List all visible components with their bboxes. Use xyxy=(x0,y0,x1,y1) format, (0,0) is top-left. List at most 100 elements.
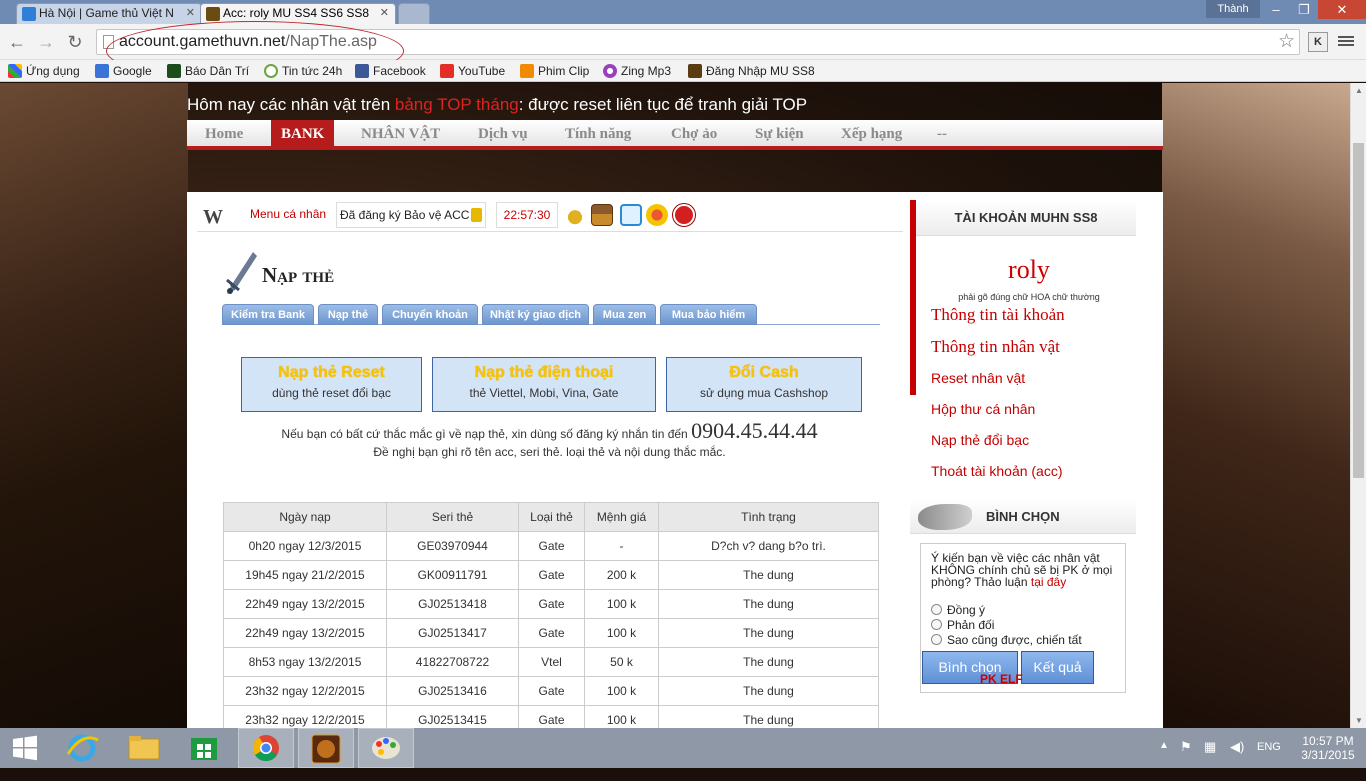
bookmark-apps[interactable]: Ứng dụng xyxy=(8,62,80,80)
facebook-icon xyxy=(355,64,369,78)
tab-title: Hà Nội | Game thủ Việt N xyxy=(39,6,174,20)
bookmark-phimclip[interactable]: Phim Clip xyxy=(520,62,589,80)
money-bag-icon[interactable] xyxy=(564,204,586,226)
bookmark-dantri[interactable]: Báo Dân Trí xyxy=(167,62,249,80)
bookmark-facebook[interactable]: Facebook xyxy=(355,62,426,80)
volume-icon[interactable]: ◀) xyxy=(1230,739,1244,779)
pk-elf-banner[interactable]: PK ELF xyxy=(980,672,1023,686)
flag-icon[interactable]: ⚑ xyxy=(1180,739,1192,779)
poll-box: Ý kiến bạn về việc các nhân vật KHÔNG ch… xyxy=(920,543,1126,693)
card-nap-the-dien-thoai[interactable]: Nạp thẻ điện thoại thẻ Viettel, Mobi, Vin… xyxy=(432,357,656,412)
minimize-icon[interactable]: ‒ xyxy=(1262,0,1290,19)
store-icon[interactable] xyxy=(176,728,232,768)
bookmark-zingmp3[interactable]: Zing Mp3 xyxy=(603,62,671,80)
nav-dichvu[interactable]: Dịch vụ xyxy=(478,120,528,150)
personal-menu-link[interactable]: Menu cá nhân xyxy=(250,207,326,221)
poll-option-whatever[interactable]: Sao cũng được, chiến tất xyxy=(931,633,1082,647)
tab-kiem-tra-bank[interactable]: Kiểm tra Bank xyxy=(222,304,314,325)
link-topup-silver[interactable]: Nạp thẻ đổi bạc xyxy=(931,432,1029,448)
account-protection-status: Đã đăng ký Bảo vệ ACC xyxy=(336,202,486,228)
w-logo[interactable]: W xyxy=(203,206,223,229)
bookmark-24h[interactable]: Tin tức 24h xyxy=(264,62,342,80)
gift-icon[interactable] xyxy=(646,204,668,226)
shopping-cart-icon[interactable] xyxy=(620,204,642,226)
paint-icon[interactable] xyxy=(358,728,414,768)
page-title: Nạp thẻ xyxy=(262,263,335,287)
maximize-icon[interactable]: ❐ xyxy=(1290,0,1318,19)
page-scrollbar[interactable]: ▲ ▼ xyxy=(1350,83,1366,728)
bookmark-google[interactable]: Google xyxy=(95,62,152,80)
table-row: 8h53 ngay 13/2/2015 41822708722 Vtel 50 k Th… xyxy=(223,647,879,677)
network-icon[interactable]: ▦ xyxy=(1204,739,1216,779)
col-type: Loại thẻ xyxy=(518,502,585,532)
table-row: 22h49 ngay 13/2/2015 GJ02513417 Gate 100 kT… xyxy=(223,618,879,648)
nav-xephang[interactable]: Xếp hạng xyxy=(841,120,902,150)
radio-icon[interactable] xyxy=(931,604,942,615)
site-favicon xyxy=(22,7,36,21)
chrome-icon[interactable] xyxy=(238,728,294,768)
extension-k-icon[interactable]: K xyxy=(1308,32,1328,52)
nav-bank[interactable]: BANK xyxy=(271,120,335,150)
browser-tab-1[interactable]: Hà Nội | Game thủ Việt N ✕ xyxy=(16,3,202,24)
poll-header: BÌNH CHỌN xyxy=(910,500,1136,534)
treasure-chest-icon[interactable] xyxy=(591,204,613,226)
internet-explorer-icon[interactable] xyxy=(54,728,110,768)
poll-option-disagree[interactable]: Phản đối xyxy=(931,618,994,632)
scroll-up-icon[interactable]: ▲ xyxy=(1355,86,1363,95)
start-button[interactable] xyxy=(0,728,50,768)
link-inbox[interactable]: Hộp thư cá nhân xyxy=(931,401,1035,417)
table-row: 22h49 ngay 13/2/2015 GJ02513418 Gate 100 kT… xyxy=(223,589,879,619)
chrome-menu-icon[interactable] xyxy=(1338,34,1354,50)
topup-history-table: Ngày nạp Seri thẻ Loại thẻ Mệnh giá Tình… xyxy=(223,502,879,728)
tab-chuyen-khoan[interactable]: Chuyển khoản xyxy=(382,304,478,325)
tray-expand-icon[interactable]: ▲ xyxy=(1159,740,1169,780)
poll-title: BÌNH CHỌN xyxy=(986,509,1060,524)
profile-chip[interactable]: Thành xyxy=(1206,0,1260,18)
tab-close-icon[interactable]: ✕ xyxy=(186,4,195,23)
scroll-thumb[interactable] xyxy=(1353,143,1364,478)
taskbar-clock[interactable]: 10:57 PM 3/31/2015 xyxy=(1290,734,1366,762)
tab-mua-zen[interactable]: Mua zen xyxy=(593,304,656,325)
tab-nhat-ky[interactable]: Nhật ký giao dịch xyxy=(482,304,589,325)
col-date: Ngày nạp xyxy=(223,502,387,532)
file-explorer-icon[interactable] xyxy=(116,728,172,768)
tab-nap-the[interactable]: Nạp thẻ xyxy=(318,304,378,325)
mu-icon xyxy=(688,64,702,78)
input-language[interactable]: ENG xyxy=(1257,741,1281,781)
nav-home[interactable]: Home xyxy=(205,120,243,150)
nav-tinhnang[interactable]: Tính năng xyxy=(565,120,631,150)
close-icon[interactable]: ✕ xyxy=(1318,0,1366,19)
nav-choao[interactable]: Chợ ảo xyxy=(671,120,717,150)
nav-more[interactable]: -- xyxy=(937,120,947,150)
link-account-info[interactable]: Thông tin tài khoản xyxy=(931,305,1065,325)
card-nap-the-reset[interactable]: Nạp thẻ Reset dùng thẻ reset đổi bạc xyxy=(241,357,422,412)
card-doi-cash[interactable]: Đổi Cash sử dụng mua Cashshop xyxy=(666,357,862,412)
forward-icon[interactable]: → xyxy=(35,32,57,54)
table-row: 23h32 ngay 12/2/2015 GJ02513415 Gate 100 kT… xyxy=(223,705,879,728)
power-logout-icon[interactable] xyxy=(673,204,695,226)
discussion-link[interactable]: tại đây xyxy=(1031,575,1066,589)
link-character-info[interactable]: Thông tin nhân vật xyxy=(931,337,1060,357)
reload-icon[interactable]: ↻ xyxy=(64,32,86,54)
result-button[interactable]: Kết quả xyxy=(1021,651,1094,684)
bookmark-mu-login[interactable]: Đăng Nhập MU SS8 xyxy=(688,62,815,80)
radio-icon[interactable] xyxy=(931,619,942,630)
mu-launcher-icon[interactable] xyxy=(298,728,354,768)
poll-option-agree[interactable]: Đồng ý xyxy=(931,603,985,617)
tab-mua-bao-hiem[interactable]: Mua bảo hiểm xyxy=(660,304,757,325)
radio-icon[interactable] xyxy=(931,634,942,645)
bookmark-youtube[interactable]: YouTube xyxy=(440,62,505,80)
nav-sukien[interactable]: Sự kiện xyxy=(755,120,804,150)
table-row: 23h32 ngay 12/2/2015 GJ02513416 Gate 100 kT… xyxy=(223,676,879,706)
tab-strip: Hà Nội | Game thủ Việt N ✕ Acc: roly MU … xyxy=(0,0,1366,24)
link-logout[interactable]: Thoát tài khoản (acc) xyxy=(931,463,1063,479)
new-tab-button[interactable] xyxy=(398,3,430,24)
tab-close-icon[interactable]: ✕ xyxy=(380,4,389,23)
back-icon[interactable]: ← xyxy=(6,32,28,54)
link-reset-character[interactable]: Reset nhân vật xyxy=(931,370,1025,386)
bookmark-star-icon[interactable]: ☆ xyxy=(1278,30,1295,53)
background-art-right xyxy=(1162,83,1350,728)
nav-nhanvat[interactable]: NHÂN VẬT xyxy=(361,120,440,150)
scroll-down-icon[interactable]: ▼ xyxy=(1355,716,1363,725)
background-art-left xyxy=(0,83,188,728)
